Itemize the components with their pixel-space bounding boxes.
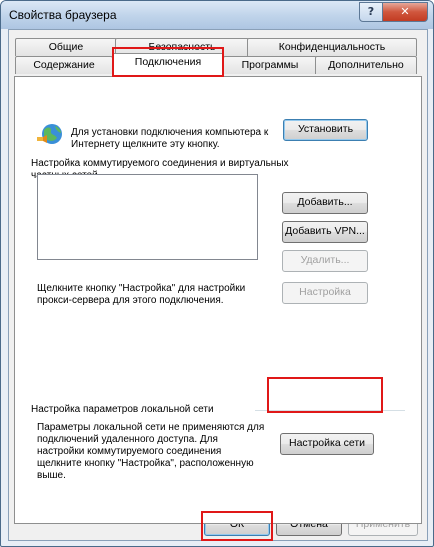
tab-connections[interactable]: Подключения (112, 53, 224, 76)
setup-description: Для установки подключения компьютера к И… (71, 127, 269, 150)
add-vpn-button[interactable]: Добавить VPN... (282, 221, 368, 243)
tab-general[interactable]: Общие (15, 38, 117, 56)
connections-panel: Для установки подключения компьютера к И… (14, 76, 422, 524)
setup-button[interactable]: Установить (283, 119, 368, 141)
lan-settings-button[interactable]: Настройка сети (280, 433, 374, 455)
tab-advanced[interactable]: Дополнительно (315, 56, 417, 74)
title-bar[interactable]: Свойства браузера ? ✕ (1, 1, 433, 29)
globe-connection-icon (37, 124, 62, 144)
lan-heading: Настройка параметров локальной сети (31, 404, 214, 415)
internet-options-window: Свойства браузера ? ✕ Общие Безопасность… (0, 0, 434, 547)
proxy-description: Щелкните кнопку "Настройка" для настройк… (37, 283, 246, 306)
connections-list[interactable] (37, 174, 258, 260)
add-button[interactable]: Добавить... (282, 192, 368, 214)
remove-button[interactable]: Удалить... (282, 250, 368, 272)
settings-button[interactable]: Настройка (282, 282, 368, 304)
tab-content[interactable]: Содержание (15, 56, 113, 74)
lan-description: Параметры локальной сети не применяются … (37, 422, 265, 481)
lan-divider (255, 410, 405, 411)
close-button[interactable]: ✕ (382, 2, 428, 22)
tab-privacy[interactable]: Конфиденциальность (247, 38, 417, 56)
dialog-client-area: Общие Безопасность Конфиденциальность Со… (8, 29, 428, 541)
tab-programs[interactable]: Программы (223, 56, 317, 74)
window-title: Свойства браузера (9, 8, 117, 22)
help-button[interactable]: ? (359, 2, 383, 22)
